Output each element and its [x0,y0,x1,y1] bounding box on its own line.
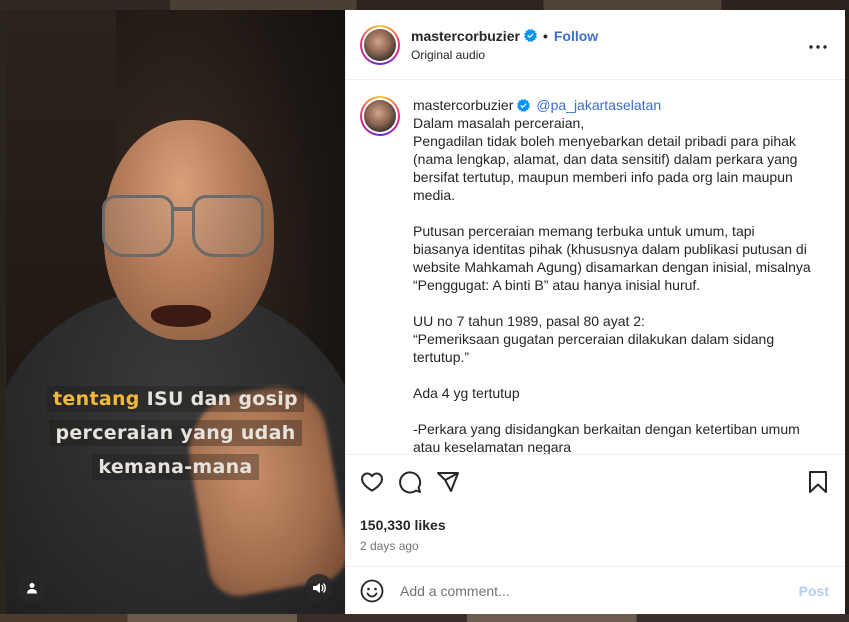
post-comment-button[interactable]: Post [799,583,829,599]
feed-backdrop-top [0,0,849,10]
verified-badge-icon [517,98,531,112]
sound-icon [313,583,326,593]
user-tag-icon [27,583,37,594]
caption-avatar[interactable] [360,96,400,136]
caption-paragraph: Ada 4 yg tertutup [413,385,520,401]
emoji-icon [360,579,384,602]
reel-video[interactable]: tentang ISU dan gosip perceraian yang ud… [6,10,345,614]
more-options-icon [809,45,827,49]
subtitle-line2: perceraian yang udah [49,420,302,446]
video-person-glasses [102,195,267,265]
caption-paragraph: Putusan perceraian memang terbuka untuk … [413,223,811,293]
share-icon [437,472,459,492]
post-date: 2 days ago [360,539,419,553]
feed-backdrop-bottom [0,614,849,622]
caption-mention[interactable]: @pa_jakartaselatan [536,96,661,114]
emoji-button[interactable] [360,579,384,603]
caption-paragraph: Dalam masalah perceraian, Pengadilan tid… [413,115,798,203]
author-avatar[interactable] [360,24,400,65]
comment-button[interactable] [398,470,422,494]
video-subtitle: tentang ISU dan gosip perceraian yang ud… [6,382,345,484]
user-tag-button[interactable] [18,574,46,602]
caption-area: mastercorbuzier @pa_jakartaselatan Dalam… [346,80,845,454]
caption-text: mastercorbuzier @pa_jakartaselatan Dalam… [413,96,813,454]
caption-paragraph: -Perkara yang disidangkan berkaitan deng… [413,421,800,454]
subtitle-line3: kemana-mana [92,454,259,480]
post-actions: 150,330 likes 2 days ago [346,454,845,554]
sound-toggle-button[interactable] [305,574,333,602]
caption-username[interactable]: mastercorbuzier [413,96,513,114]
bookmark-icon [809,471,827,493]
comment-icon [399,471,422,494]
heart-icon [361,472,383,492]
post-panel: mastercorbuzier • Follow Original audio [345,10,845,614]
comment-input[interactable] [400,582,799,599]
header-separator: • [542,27,548,44]
follow-button[interactable]: Follow [554,28,598,44]
original-audio-link[interactable]: Original audio [411,48,598,62]
video-person-mouth [151,305,211,327]
share-button[interactable] [436,470,460,494]
caption-paragraph: UU no 7 tahun 1989, pasal 80 ayat 2: “Pe… [413,313,775,365]
like-button[interactable] [360,470,384,494]
subtitle-highlight: tentang [53,388,140,410]
post-modal: tentang ISU dan gosip perceraian yang ud… [6,10,845,614]
more-options-button[interactable] [809,36,827,54]
add-comment-bar: Post [346,566,845,614]
likes-count[interactable]: 150,330 likes [360,517,831,533]
post-header: mastercorbuzier • Follow Original audio [346,10,845,80]
subtitle-line1: ISU dan gosip [139,388,298,410]
save-button[interactable] [807,470,829,494]
verified-badge-icon [523,29,537,42]
author-username[interactable]: mastercorbuzier [411,28,520,44]
